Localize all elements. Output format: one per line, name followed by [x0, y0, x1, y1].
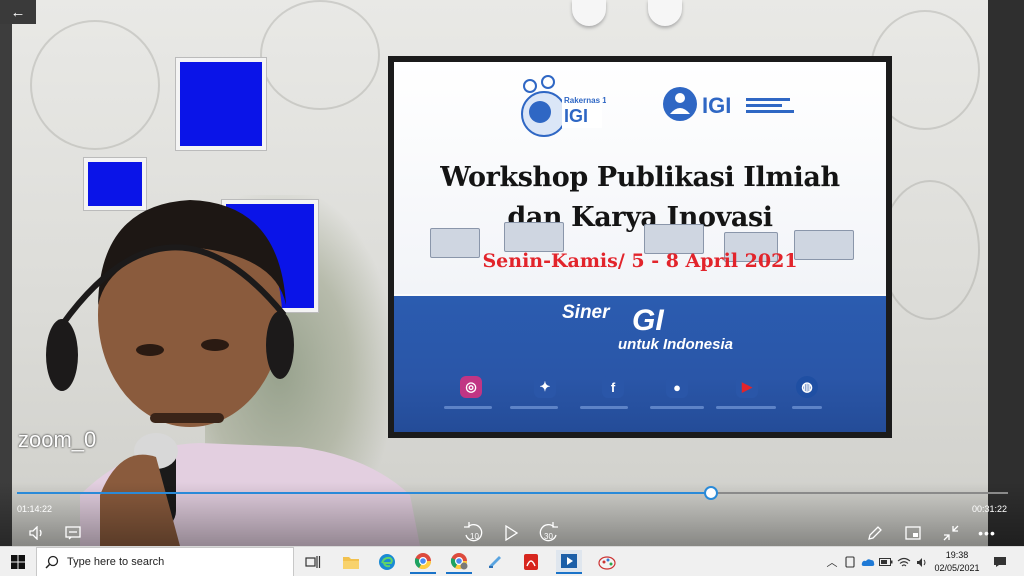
file-explorer-icon[interactable] — [338, 550, 364, 574]
edge-icon[interactable] — [374, 550, 400, 574]
social-handle — [510, 406, 558, 409]
slide-title-line1: Workshop Publikasi Ilmiah — [440, 162, 840, 193]
wall-edge-left — [0, 0, 12, 546]
arrow-left-icon: ← — [10, 3, 26, 21]
seek-thumb[interactable] — [704, 486, 718, 500]
notifications-icon[interactable] — [990, 547, 1010, 576]
igi-logo-icon: IGI — [663, 87, 794, 121]
globe-icon: ◍ — [796, 376, 818, 398]
youtube-icon: ▶ — [736, 376, 758, 398]
skip-forward-icon: 30 — [539, 522, 558, 542]
rakernas-logo-icon: Rakernas 1 IGI — [521, 75, 606, 137]
taskbar: Type here to search ︿ 19:38 02/05/2021 — [0, 546, 1024, 576]
remaining-time: 00:31:22 — [972, 504, 1008, 514]
instagram-icon: ◎ — [460, 376, 482, 398]
participant-name: zoom_0 — [18, 427, 97, 452]
skip-forward-button[interactable]: 30 — [538, 522, 560, 544]
social-handle — [580, 406, 628, 409]
facebook-icon: f — [602, 376, 624, 398]
brand-text-igi: GI — [632, 304, 664, 337]
social-handle — [444, 406, 492, 409]
wall-frame-blue — [176, 58, 266, 150]
back-button[interactable]: ← — [0, 0, 36, 24]
volume-button[interactable] — [26, 522, 48, 544]
play-button[interactable] — [500, 522, 522, 544]
collapse-icon — [943, 525, 959, 541]
seek-bar[interactable] — [17, 486, 1008, 500]
pen-icon — [868, 526, 882, 540]
onedrive-icon[interactable] — [860, 547, 876, 576]
play-icon — [505, 525, 518, 541]
windows-logo-icon — [11, 555, 25, 569]
seek-progress — [17, 492, 711, 494]
svg-text:30: 30 — [544, 532, 553, 541]
brand-text-siner: Siner — [562, 302, 610, 323]
laptop-graphic — [504, 222, 564, 252]
video-frame[interactable]: Rakernas 1 IGI IGI Workshop Publikasi Il… — [0, 0, 1024, 546]
svg-text:10: 10 — [470, 532, 479, 541]
wallpaper-pattern — [260, 0, 380, 110]
more-button[interactable]: ••• — [976, 522, 998, 544]
captions-button[interactable] — [62, 522, 84, 544]
clock-time: 19:38 — [945, 550, 969, 560]
paint-icon[interactable] — [594, 550, 620, 574]
clock-date: 02/05/2021 — [934, 563, 980, 573]
social-handle — [792, 406, 822, 409]
twitter-icon: ✦ — [534, 376, 556, 398]
edit-button[interactable] — [864, 522, 886, 544]
elapsed-time: 01:14:22 — [17, 504, 53, 514]
skip-back-icon: 10 — [464, 522, 483, 542]
acrobat-icon[interactable] — [518, 550, 544, 574]
svg-text:IGI: IGI — [702, 93, 731, 118]
wallpaper-pattern — [30, 20, 160, 150]
slide-top-area: Rakernas 1 IGI IGI Workshop Publikasi Il… — [394, 62, 886, 294]
svg-text:IGI: IGI — [564, 106, 588, 126]
miniplayer-button[interactable] — [902, 522, 924, 544]
svg-text:Rakernas 1: Rakernas 1 — [564, 96, 606, 105]
exit-fullscreen-button[interactable] — [940, 522, 962, 544]
task-view-icon[interactable] — [300, 550, 326, 574]
wall-edge-right — [988, 0, 1024, 546]
player-controls: 01:14:22 00:31:22 10 30 ••• — [0, 482, 1024, 546]
notes-icon[interactable] — [482, 550, 508, 574]
wallpaper-pattern — [880, 180, 980, 320]
skip-back-button[interactable]: 10 — [462, 522, 484, 544]
social-handle — [650, 406, 704, 409]
chrome-icon[interactable] — [410, 550, 436, 574]
slide-date: Senin-Kamis/ 5 - 8 April 2021 — [482, 250, 798, 272]
chrome-profile-icon[interactable] — [446, 550, 472, 574]
chevron-up-icon[interactable]: ︿ — [824, 547, 840, 576]
device-icon[interactable] — [842, 547, 858, 576]
chat-icon: ● — [666, 376, 688, 398]
ceiling-lamp — [648, 0, 682, 26]
search-placeholder: Type here to search — [67, 556, 165, 568]
search-icon — [45, 555, 59, 569]
taskbar-clock[interactable]: 19:38 02/05/2021 — [932, 549, 982, 575]
volume-icon — [29, 526, 42, 540]
taskbar-search[interactable]: Type here to search — [36, 547, 294, 576]
ceiling-lamp — [572, 0, 606, 26]
slide-frame: Rakernas 1 IGI IGI Workshop Publikasi Il… — [388, 56, 892, 438]
miniplayer-icon — [905, 526, 921, 540]
presentation-slide: Rakernas 1 IGI IGI Workshop Publikasi Il… — [394, 62, 886, 432]
more-icon: ••• — [978, 525, 996, 541]
slide-brand-band: Siner GI untuk Indonesia ◎ ✦ f ● ▶ ◍ — [394, 296, 886, 432]
speaker-icon[interactable] — [914, 547, 930, 576]
battery-icon[interactable] — [878, 547, 894, 576]
media-player-icon[interactable] — [556, 550, 582, 574]
start-button[interactable] — [0, 547, 36, 576]
social-handle — [716, 406, 776, 409]
captions-icon — [65, 526, 81, 540]
wifi-icon[interactable] — [896, 547, 912, 576]
brand-text-indonesia: untuk Indonesia — [618, 336, 734, 353]
